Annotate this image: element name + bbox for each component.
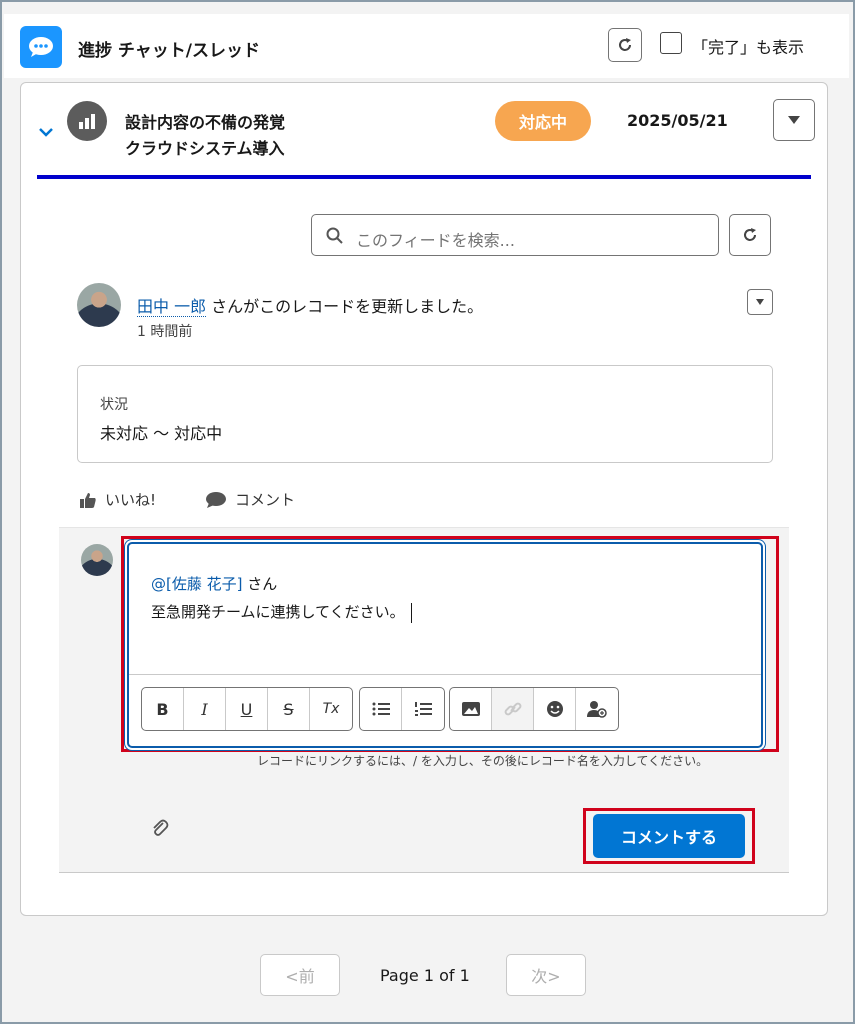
author-link[interactable]: 田中 一郎 (137, 297, 207, 317)
rich-text-toolbar: B I U S Tx (129, 674, 761, 746)
insert-group (449, 687, 619, 731)
insert-link-button[interactable] (492, 688, 534, 730)
comment-body: 至急開発チームに連携してください。 (151, 603, 405, 621)
paperclip-icon[interactable] (151, 818, 169, 838)
caret-down-icon (788, 116, 800, 124)
post-menu-button[interactable] (747, 289, 773, 315)
list-group (359, 687, 445, 731)
field-change-value: 未対応 〜 対応中 (100, 424, 223, 443)
link-hint-text: レコードにリンクするには、/ を入力し、その後にレコード名を入力してください。 (257, 754, 709, 768)
field-change-card: 状況 未対応 〜 対応中 (77, 365, 773, 463)
mention-tag[interactable]: @[佐藤 花子] (151, 575, 242, 593)
post-timestamp[interactable]: 1 時間前 (137, 321, 192, 341)
search-placeholder: このフィードを検索... (356, 231, 515, 250)
thumbs-up-icon (80, 492, 96, 508)
smiley-icon (546, 701, 563, 717)
page-indicator: Page 1 of 1 (380, 966, 470, 985)
numbered-list-icon (415, 702, 432, 716)
record-menu-button[interactable] (773, 99, 815, 141)
header-refresh-button[interactable] (608, 28, 642, 62)
current-user-avatar (81, 544, 113, 576)
bullet-list-button[interactable] (360, 688, 402, 730)
italic-button[interactable]: I (184, 688, 226, 730)
chevron-down-icon[interactable] (37, 123, 55, 141)
text-caret (410, 602, 412, 623)
emoji-button[interactable] (534, 688, 576, 730)
bullet-list-icon (372, 702, 390, 716)
show-completed-checkbox[interactable] (660, 32, 682, 54)
mention-suffix: さん (242, 575, 278, 593)
comment-icon (206, 491, 226, 508)
show-completed-label: 「完了」も表示 (692, 38, 805, 57)
caret-down-icon (756, 299, 764, 305)
record-panel: 設計内容の不備の発覚 クラウドシステム導入 対応中 2025/05/21 このフ… (20, 82, 828, 916)
like-label: いいね! (105, 491, 157, 509)
comment-action-label: コメント (235, 491, 296, 509)
link-icon (504, 702, 521, 716)
record-title: 設計内容の不備の発覚 (125, 113, 286, 132)
clear-format-button[interactable]: Tx (310, 688, 352, 730)
chat-card: 進捗 チャット/スレッド 「完了」も表示 設計内容の不備の発覚 クラウドシステム… (4, 14, 849, 1018)
search-icon (326, 227, 343, 244)
feed-refresh-button[interactable] (729, 214, 771, 256)
format-group: B I U S Tx (141, 687, 353, 731)
numbered-list-button[interactable] (402, 688, 444, 730)
chat-app-icon (20, 26, 62, 68)
comment-action-button[interactable]: コメント (205, 489, 295, 510)
comment-editor[interactable]: @[佐藤 花子] さん 至急開発チームに連携してください。 B I U S Tx (127, 542, 763, 748)
card-title: 進捗 チャット/スレッド (78, 41, 260, 61)
underline-button[interactable]: U (226, 688, 268, 730)
refresh-icon (619, 38, 631, 51)
mention-user-button[interactable] (576, 688, 618, 730)
field-label: 状況 (100, 397, 128, 413)
post-action-text: さんがこのレコードを更新しました。 (206, 297, 484, 316)
strikethrough-button[interactable]: S (268, 688, 310, 730)
feed-post-header: 田中 一郎 さんがこのレコードを更新しました。 (137, 293, 483, 317)
editor-content[interactable]: @[佐藤 花子] さん 至急開発チームに連携してください。 (151, 570, 412, 626)
image-icon (461, 702, 480, 716)
record-subtitle: クラウドシステム導入 (125, 139, 285, 158)
refresh-icon (744, 228, 756, 241)
next-page-button[interactable]: 次> (506, 954, 586, 996)
author-avatar[interactable] (77, 283, 121, 327)
card-header: 進捗 チャット/スレッド 「完了」も表示 (4, 14, 849, 78)
prev-page-button[interactable]: <前 (260, 954, 340, 996)
submit-comment-button[interactable]: コメントする (593, 814, 745, 858)
user-add-icon (587, 701, 607, 718)
insert-image-button[interactable] (450, 688, 492, 730)
record-type-icon (67, 101, 107, 141)
like-button[interactable]: いいね! (79, 489, 156, 510)
feed-search-input[interactable]: このフィードを検索... (311, 214, 719, 256)
status-badge: 対応中 (495, 101, 591, 141)
bold-button[interactable]: B (142, 688, 184, 730)
record-date: 2025/05/21 (627, 111, 728, 130)
comment-composer: @[佐藤 花子] さん 至急開発チームに連携してください。 B I U S Tx (59, 527, 789, 873)
section-divider (37, 175, 811, 179)
